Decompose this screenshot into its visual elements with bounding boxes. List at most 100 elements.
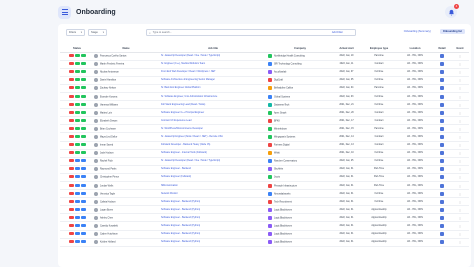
employee-name[interactable]: Ashley Chen	[100, 218, 113, 220]
detail-icon[interactable]	[440, 183, 444, 188]
employee-name[interactable]: Kolden Holland	[100, 242, 116, 244]
table-row[interactable]: Imran Saeed Fullstack Developer - Backend…	[60, 141, 469, 150]
job-title-cell[interactable]: Software Engineer - Backend (Python)	[158, 213, 268, 223]
more-options-icon[interactable]: ⋮	[459, 119, 462, 123]
job-title-cell[interactable]: SRE Automation	[158, 181, 268, 191]
detail-icon[interactable]	[440, 134, 444, 139]
search-input[interactable]: ⌕ Type to search... Add Filter	[146, 29, 356, 36]
table-row[interactable]: Francesca Coelho Santos Sr. Javascript De…	[60, 52, 469, 61]
table-row[interactable]: Caden Hutchison Software Engineer - Backe…	[60, 230, 469, 239]
stage-dropdown[interactable]: Stage ▾	[88, 29, 107, 36]
job-title-cell[interactable]: Full Stack Engineering Lead (React / Nod…	[158, 100, 268, 110]
detail-icon[interactable]	[440, 240, 444, 245]
table-row[interactable]: Rachel Fitch Sr. Javascript Developer (Re…	[60, 157, 469, 166]
table-row[interactable]: Maya Lind Dellor Sr. Javascript Engineer …	[60, 132, 469, 142]
more-options-icon[interactable]: ⋮	[459, 167, 462, 171]
menu-icon[interactable]	[58, 5, 71, 19]
more-options-icon[interactable]: ⋮	[459, 240, 462, 244]
employee-name[interactable]: Matteo Luis	[100, 112, 112, 114]
column-header-event[interactable]: Event	[451, 45, 469, 53]
more-options-icon[interactable]: ⋮	[459, 70, 462, 74]
table-row[interactable]: Raymond Parks Software Engineer - Backend…	[60, 165, 469, 174]
job-title-cell[interactable]: Software Engineer - Backend (Python)	[158, 238, 268, 247]
table-row[interactable]: Nicolas Antonsson Front End Web Developer…	[60, 68, 469, 77]
detail-icon[interactable]	[440, 118, 444, 123]
table-row[interactable]: Kolden Holland Software Engineer - Backen…	[60, 238, 469, 247]
table-row[interactable]: Evander Koroma Sr. Software Engineer, Uni…	[60, 92, 469, 102]
employee-name[interactable]: Rachel Fitch	[100, 161, 113, 163]
employee-name[interactable]: Brian Cochrane	[100, 129, 116, 131]
detail-icon[interactable]	[440, 70, 444, 75]
filters-dropdown[interactable]: Filters ▾	[66, 29, 85, 36]
employee-name[interactable]: Vanessa Williams	[100, 104, 118, 106]
table-row[interactable]: Martin Frederic Ferreira Sr. Engineer (C+…	[60, 60, 469, 69]
job-title-cell[interactable]: Contract UX Experience Lead	[158, 116, 268, 126]
more-options-icon[interactable]: ⋮	[459, 192, 462, 196]
detail-icon[interactable]	[440, 86, 444, 91]
job-title-cell[interactable]: Sr. WordPress/Woocommerce Developer	[158, 124, 268, 134]
table-row[interactable]: Brian Cochrane Sr. WordPress/Woocommerce …	[60, 124, 469, 134]
table-row[interactable]: Vanessa Williams Full Stack Engineering L…	[60, 100, 469, 110]
job-title-cell[interactable]: Sr. Javascript Developer (React / Vue / …	[158, 52, 268, 61]
detail-icon[interactable]	[440, 224, 444, 229]
job-title-cell[interactable]: Software Engineer - Backend (Python)	[158, 205, 268, 215]
job-title-cell[interactable]: Sr. Software Engineer, Unix Administrato…	[158, 92, 268, 102]
more-options-icon[interactable]: ⋮	[459, 135, 462, 139]
tab-onboarding-list[interactable]: Onboarding list	[439, 29, 465, 34]
column-header-location[interactable]: Location	[397, 45, 433, 53]
column-header-status[interactable]: Status	[60, 45, 94, 53]
table-row[interactable]: Matteo Luis Software Engineer C++ Princip…	[60, 108, 469, 118]
detail-icon[interactable]	[440, 191, 444, 196]
job-title-cell[interactable]: Network Monitor	[158, 189, 268, 199]
detail-icon[interactable]	[440, 78, 444, 83]
table-row[interactable]: Calista Hudson Software Engineer - Backen…	[60, 197, 469, 207]
more-options-icon[interactable]: ⋮	[459, 143, 462, 147]
employee-name[interactable]: Calista Hudson	[100, 201, 116, 203]
table-row[interactable]: Logan Byers Software Engineer - Backend (…	[60, 205, 469, 215]
more-options-icon[interactable]: ⋮	[459, 200, 462, 204]
employee-name[interactable]: Nicolas Antonsson	[100, 72, 119, 74]
job-title-cell[interactable]: Sr. Engineer (C++), Medical Robotics Tea…	[158, 60, 268, 69]
job-title-cell[interactable]: Software Engineer - Backend (Python)	[158, 197, 268, 207]
column-header-job-title[interactable]: Job title	[158, 45, 268, 53]
job-title-cell[interactable]: Software Engineer C++ Principal Engineer	[158, 108, 268, 118]
more-options-icon[interactable]: ⋮	[459, 78, 462, 82]
table-row[interactable]: Daniel Hamilton Software Architecture & E…	[60, 76, 469, 85]
more-options-icon[interactable]: ⋮	[459, 151, 462, 155]
column-header-company[interactable]: Company	[268, 45, 332, 53]
detail-icon[interactable]	[440, 175, 444, 180]
detail-icon[interactable]	[440, 159, 444, 164]
more-options-icon[interactable]: ⋮	[459, 54, 462, 58]
column-header-name[interactable]: Name	[94, 45, 158, 53]
employee-name[interactable]: Francesca Coelho Santos	[100, 56, 126, 58]
detail-icon[interactable]	[440, 102, 444, 107]
job-title-cell[interactable]: Software Engineer (Fullstack)	[158, 173, 268, 183]
more-options-icon[interactable]: ⋮	[459, 62, 462, 66]
more-options-icon[interactable]: ⋮	[459, 208, 462, 212]
table-row[interactable]: Zachary Nelson Sr. Back End Engineer Glob…	[60, 84, 469, 93]
employee-name[interactable]: Evander Koroma	[100, 96, 117, 98]
employee-name[interactable]: Jordan Wells	[100, 185, 113, 187]
job-title-cell[interactable]: Fullstack Developer - Backend Heavy (Nod…	[158, 141, 268, 150]
more-options-icon[interactable]: ⋮	[459, 111, 462, 115]
detail-icon[interactable]	[440, 232, 444, 237]
job-title-cell[interactable]: Sr. Javascript Developer (React / Vue / …	[158, 157, 268, 166]
detail-icon[interactable]	[440, 167, 444, 172]
job-title-cell[interactable]: Sr. Javascript Engineer (Node / React / …	[158, 132, 268, 142]
column-header-detail[interactable]: Detail	[433, 45, 451, 53]
detail-icon[interactable]	[440, 54, 444, 59]
more-options-icon[interactable]: ⋮	[459, 224, 462, 228]
detail-icon[interactable]	[440, 151, 444, 156]
employee-name[interactable]: Daniel Hamilton	[100, 80, 116, 82]
employee-name[interactable]: Elizabeth Dewan	[100, 120, 117, 122]
more-options-icon[interactable]: ⋮	[459, 86, 462, 90]
add-filter-button[interactable]: Add Filter	[332, 31, 343, 34]
employee-name[interactable]: Logan Byers	[100, 209, 113, 211]
detail-icon[interactable]	[440, 110, 444, 115]
notification-bell-icon[interactable]: 4	[445, 4, 459, 18]
detail-icon[interactable]	[440, 62, 444, 67]
more-options-icon[interactable]: ⋮	[459, 175, 462, 179]
table-row[interactable]: Cassidy Kowalski Software Engineer - Back…	[60, 221, 469, 231]
employee-name[interactable]: Zachary Nelson	[100, 88, 116, 90]
employee-name[interactable]: Jade Hudson	[100, 153, 114, 155]
